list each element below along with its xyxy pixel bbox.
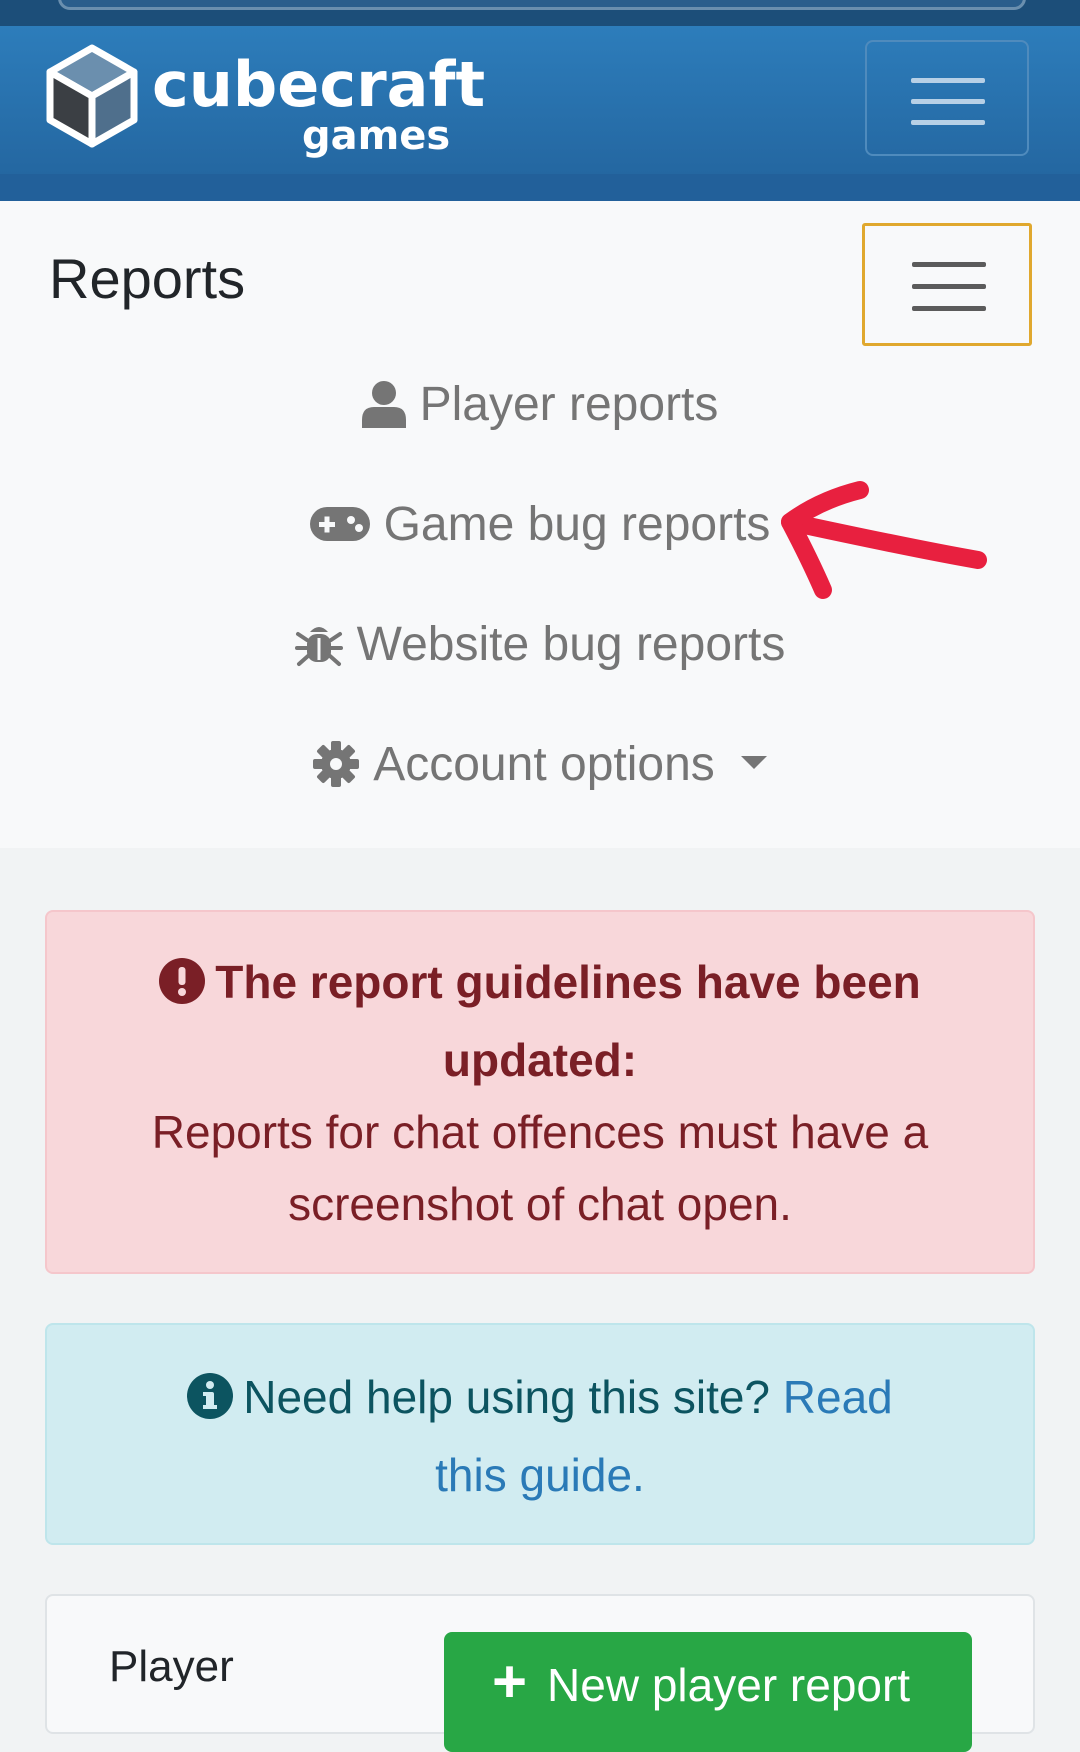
alert-body: Reports for chat offences must have a sc… <box>151 1106 929 1230</box>
brand-wordmark-top: cubecraft <box>152 48 486 121</box>
annotation-arrow-icon <box>781 481 987 599</box>
nav-item-account-options[interactable]: Account options <box>0 729 1080 799</box>
main-menu-toggle-button[interactable] <box>865 40 1029 156</box>
cubecraft-logo[interactable]: cubecraft games <box>44 44 485 164</box>
player-reports-card: Player + New player report <box>45 1594 1035 1752</box>
reports-menu-toggle-button[interactable] <box>862 223 1032 346</box>
page-title: Reports <box>49 247 246 310</box>
gear-icon <box>313 741 360 787</box>
nav-item-label: Game bug reports <box>383 497 771 551</box>
site-header: cubecraft games <box>0 26 1080 174</box>
plus-icon: + <box>492 1648 528 1715</box>
nav-item-website-bug-reports[interactable]: Website bug reports <box>0 609 1080 679</box>
hamburger-icon <box>912 262 986 328</box>
nav-item-label: Player reports <box>419 377 719 431</box>
help-alert: Need help using this site? Read this gui… <box>45 1323 1035 1545</box>
gamepad-icon <box>309 507 370 541</box>
user-icon <box>361 380 406 428</box>
nav-item-label: Account options <box>373 737 715 791</box>
info-circle-icon <box>187 1367 234 1439</box>
header-divider <box>0 174 1080 201</box>
hamburger-icon <box>911 78 985 141</box>
cube-logo-icon <box>46 44 138 148</box>
chevron-down-icon <box>740 755 767 769</box>
card-title: Player <box>109 1642 234 1691</box>
status-strip <box>0 0 1080 26</box>
brand-wordmark-bottom: games <box>302 113 451 159</box>
url-bar[interactable] <box>58 0 1026 10</box>
help-text: Need help using this site? <box>243 1371 771 1423</box>
alert-headline: The report guidelines have been updated: <box>215 956 921 1086</box>
nav-item-player-reports[interactable]: Player reports <box>0 369 1080 439</box>
button-label: New player report <box>547 1659 911 1711</box>
nav-item-label: Website bug reports <box>356 617 786 671</box>
exclamation-circle-icon <box>159 952 206 1024</box>
guidelines-alert: The report guidelines have been updated:… <box>45 910 1035 1274</box>
bug-icon <box>294 620 343 668</box>
new-player-report-button[interactable]: + New player report <box>444 1632 972 1752</box>
